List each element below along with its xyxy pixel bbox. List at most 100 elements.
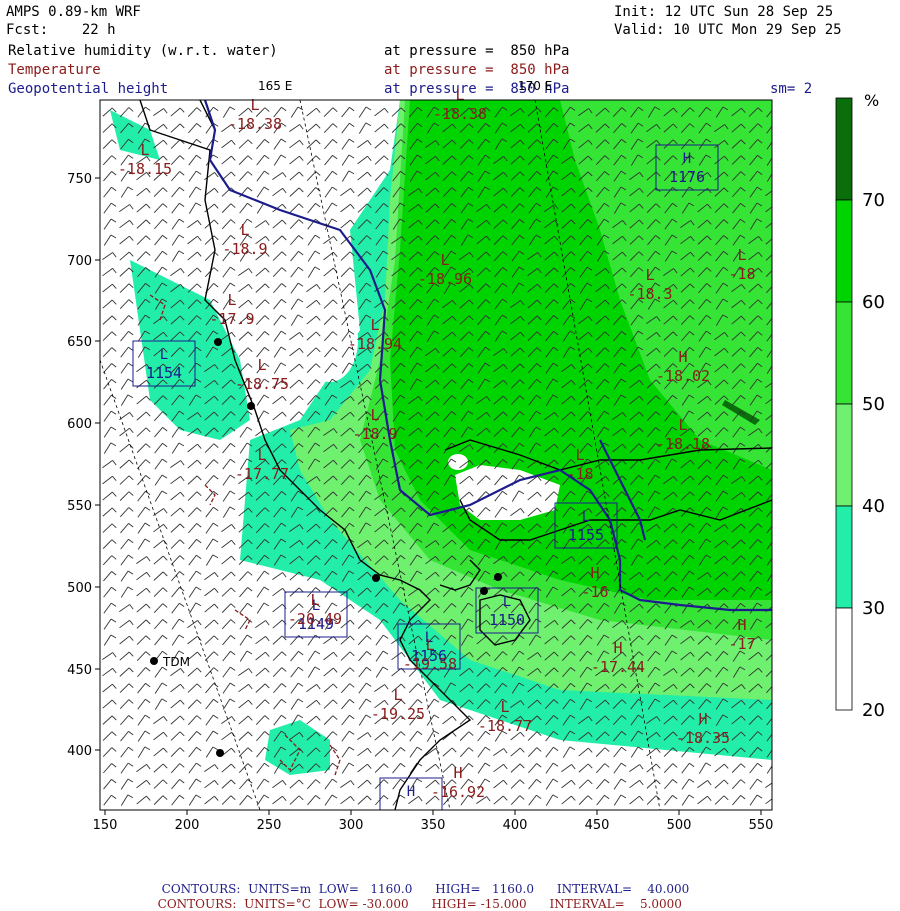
weather-map: H1176L1154L1155L1149L1156L1150H L-18.15L…: [0, 0, 900, 900]
temperature-center-value: -18.96: [418, 270, 472, 288]
x-axis: 150200250300350400450500550: [93, 810, 774, 833]
temperature-center-value: -18.02: [656, 367, 710, 385]
y-tick-label: 400: [67, 744, 92, 759]
height-center-value: 1155: [568, 526, 604, 544]
temperature-center-value: -18: [566, 465, 593, 483]
y-tick-label: 550: [67, 499, 92, 514]
colorbar-level-label: 60: [862, 292, 885, 313]
colorbar-level-label: 30: [862, 598, 885, 619]
temperature-center-value: -18.9: [352, 425, 397, 443]
x-tick-label: 350: [421, 818, 446, 833]
temperature-center-value: -18.15: [118, 160, 172, 178]
height-center-symbol: L: [582, 509, 590, 525]
temperature-center-symbol: H: [613, 639, 622, 657]
x-tick-label: 550: [749, 818, 774, 833]
height-center-symbol: H: [683, 151, 691, 167]
temperature-center-value: -18.75: [235, 375, 289, 393]
temperature-center-symbol: H: [590, 564, 599, 582]
x-tick-label: 250: [257, 818, 282, 833]
temperature-center-symbol: H: [737, 616, 746, 634]
height-center-value: 1154: [146, 364, 182, 382]
colorbar-unit: %: [864, 91, 879, 110]
temperature-center-value: -17.44: [591, 658, 645, 676]
colorbar-segment: [836, 404, 852, 506]
colorbar-segment: [836, 506, 852, 608]
temperature-center-symbol: L: [645, 266, 654, 284]
temperature-center-value: -19.58: [403, 655, 457, 673]
temperature-center-symbol: L: [257, 446, 266, 464]
x-tick-label: 200: [175, 818, 200, 833]
height-center-symbol: L: [503, 594, 511, 610]
temperature-center-value: -18: [728, 265, 755, 283]
dry-hole-small: [448, 454, 468, 470]
temperature-center-value: -17: [728, 635, 755, 653]
lon-label-165e: 165 E: [258, 79, 292, 93]
x-tick-label: 150: [93, 818, 118, 833]
footer2-interval: INTERVAL= 5.0000: [550, 897, 682, 911]
temperature-center-value: -18.77: [478, 717, 532, 735]
temperature-center-value: -20.49: [288, 610, 342, 628]
y-axis: 750 700 650 600 550 500 450 400: [67, 172, 100, 759]
height-center-symbol: H: [407, 784, 415, 800]
height-center-value: 1150: [489, 611, 525, 629]
temperature-center-symbol: L: [678, 416, 687, 434]
temperature-center-symbol: L: [393, 686, 402, 704]
y-tick-label: 750: [67, 172, 92, 187]
temperature-center-symbol: L: [425, 636, 434, 654]
temperature-center-symbol: L: [370, 406, 379, 424]
temperature-center-symbol: L: [257, 356, 266, 374]
colorbar-level-label: 50: [862, 394, 885, 415]
x-tick-label: 300: [339, 818, 364, 833]
footer2-low: LOW= -30.000: [319, 897, 409, 911]
temperature-center-symbol: H: [453, 764, 462, 782]
footer2-units: UNITS=°C: [244, 897, 311, 911]
temperature-center-value: -18.35: [676, 729, 730, 747]
colorbar-segment: [836, 302, 852, 404]
y-tick-label: 700: [67, 254, 92, 269]
colorbar-segment: [836, 98, 852, 200]
temperature-center-value: -17.9: [209, 310, 254, 328]
footer-line-temp: CONTOURS: UNITS=°C LOW= -30.000 HIGH= -1…: [150, 883, 682, 911]
temperature-center-value: -18.38: [433, 105, 487, 123]
temperature-center-value: -18.18: [656, 435, 710, 453]
temperature-center-value: -18.3: [627, 285, 672, 303]
x-tick-label: 450: [585, 818, 610, 833]
colorbar-segment: [836, 200, 852, 302]
y-tick-label: 650: [67, 335, 92, 350]
colorbar-level-label: 40: [862, 496, 885, 517]
colorbar-level-label: 70: [862, 190, 885, 211]
temperature-center-value: -19.25: [371, 705, 425, 723]
temperature-center-value: -18.9: [222, 240, 267, 258]
temperature-center-symbol: H: [698, 710, 707, 728]
temperature-center-symbol: L: [310, 591, 319, 609]
station-tdm-label: TDM: [162, 655, 190, 669]
temperature-center-symbol: L: [140, 141, 149, 159]
colorbar: 70 60 50 40 30 20: [836, 98, 885, 721]
lon-label-170e: 170 E: [518, 79, 552, 93]
temperature-center-symbol: L: [455, 86, 464, 104]
temperature-center-value: -18.38: [228, 115, 282, 133]
temperature-center-symbol: L: [500, 698, 509, 716]
temperature-center-symbol: L: [737, 246, 746, 264]
height-center-symbol: L: [160, 347, 168, 363]
temperature-center-symbol: L: [227, 291, 236, 309]
temperature-center-symbol: L: [440, 251, 449, 269]
colorbar-level-label: 20: [862, 700, 885, 721]
y-tick-label: 600: [67, 417, 92, 432]
temperature-center-value: -18.94: [348, 335, 402, 353]
x-tick-label: 500: [667, 818, 692, 833]
temperature-center-value: -17.77: [235, 465, 289, 483]
y-tick-label: 500: [67, 581, 92, 596]
footer2-label: CONTOURS:: [158, 897, 237, 911]
footer2-high: HIGH= -15.000: [431, 897, 526, 911]
temperature-center-symbol: L: [250, 96, 259, 114]
temperature-center-symbol: L: [240, 221, 249, 239]
temperature-center-symbol: L: [575, 446, 584, 464]
y-tick-label: 450: [67, 663, 92, 678]
height-center-value: 1176: [669, 168, 705, 186]
temperature-center-value: -16.92: [431, 783, 485, 801]
temperature-center-symbol: L: [370, 316, 379, 334]
colorbar-segment: [836, 608, 852, 710]
temperature-center-value: -16: [581, 583, 608, 601]
temperature-center-symbol: H: [678, 348, 687, 366]
